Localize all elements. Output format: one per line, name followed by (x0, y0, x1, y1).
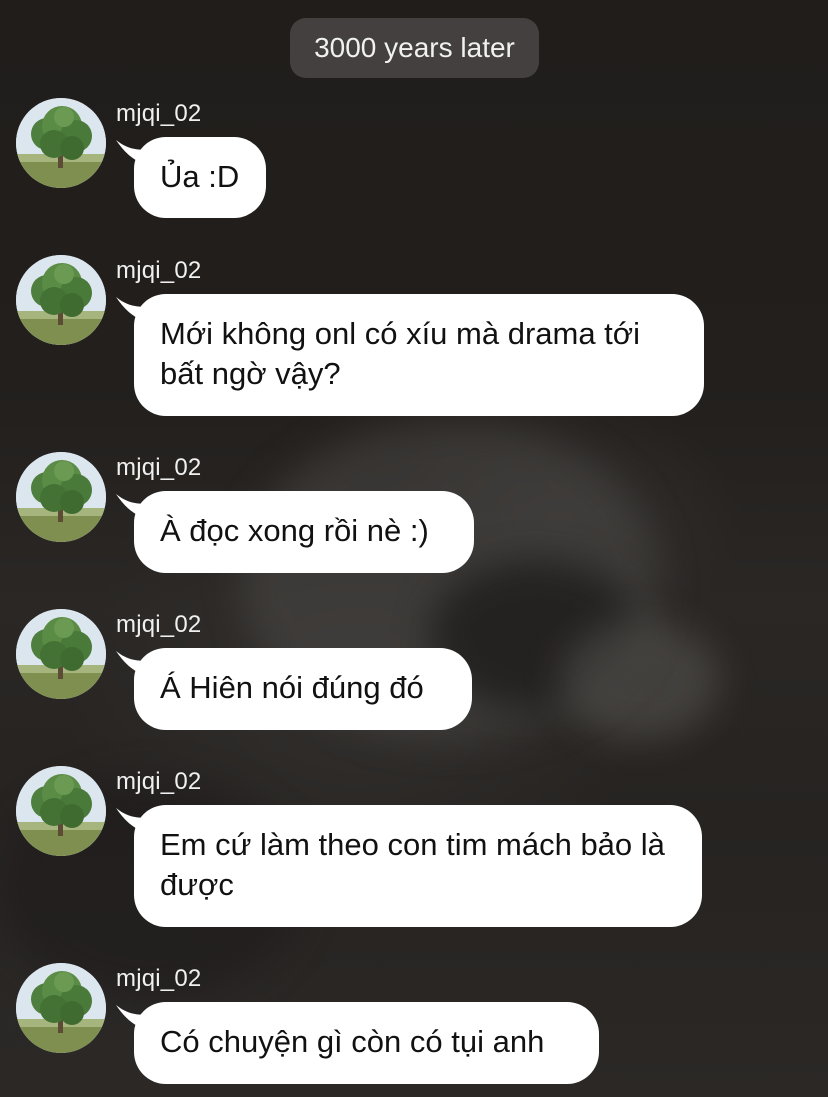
time-separator: 3000 years later (290, 18, 539, 78)
user-avatar[interactable] (16, 452, 106, 542)
user-avatar[interactable] (16, 98, 106, 188)
message-username: mjqi_02 (116, 257, 202, 284)
tree-avatar-icon (16, 766, 106, 856)
background-blur-shape (560, 620, 720, 740)
tree-avatar-icon (16, 452, 106, 542)
message-username: mjqi_02 (116, 611, 202, 638)
user-avatar[interactable] (16, 255, 106, 345)
message-bubble[interactable]: Á Hiên nói đúng đó (134, 648, 472, 730)
message-bubble[interactable]: Có chuyện gì còn có tụi anh (134, 1002, 599, 1084)
tree-avatar-icon (16, 609, 106, 699)
message-bubble[interactable]: Em cứ làm theo con tim mách bảo là được (134, 805, 702, 927)
user-avatar[interactable] (16, 609, 106, 699)
user-avatar[interactable] (16, 963, 106, 1053)
message-username: mjqi_02 (116, 768, 202, 795)
message-bubble[interactable]: Ủa :D (134, 137, 266, 218)
message-bubble[interactable]: À đọc xong rồi nè :) (134, 491, 474, 573)
tree-avatar-icon (16, 255, 106, 345)
tree-avatar-icon (16, 98, 106, 188)
message-username: mjqi_02 (116, 965, 202, 992)
user-avatar[interactable] (16, 766, 106, 856)
message-username: mjqi_02 (116, 100, 202, 127)
tree-avatar-icon (16, 963, 106, 1053)
message-username: mjqi_02 (116, 454, 202, 481)
message-bubble[interactable]: Mới không onl có xíu mà drama tới bất ng… (134, 294, 704, 416)
